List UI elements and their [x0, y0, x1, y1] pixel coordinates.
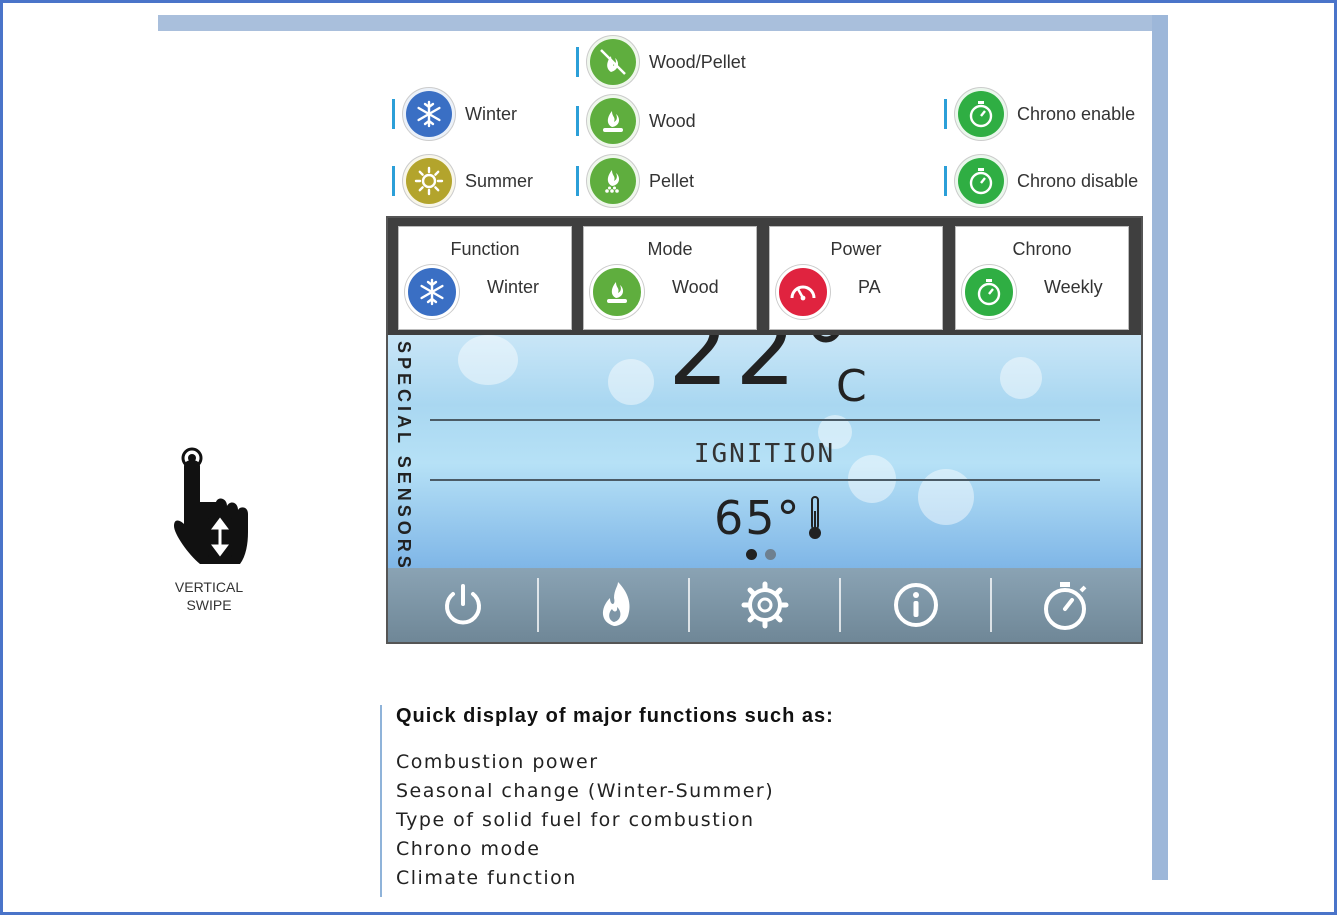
chrono-card[interactable]: Chrono Weekly [955, 226, 1129, 330]
snowflake-icon [405, 265, 459, 319]
legend-item-pellet: Pellet [576, 154, 694, 208]
gauge-icon [776, 265, 830, 319]
power-card[interactable]: Power PA [769, 226, 943, 330]
vertical-swipe-hint: VERTICAL SWIPE [144, 432, 274, 632]
sun-icon [403, 155, 455, 207]
thermometer-icon [806, 495, 824, 546]
list-item: Type of solid fuel for combustion [396, 809, 755, 831]
settings-gear-icon [741, 581, 788, 629]
bottom-toolbar [388, 568, 1141, 642]
info-icon [893, 583, 938, 627]
stopwatch-icon [1043, 582, 1086, 630]
card-title: Function [450, 239, 520, 259]
snowflake-icon [403, 88, 455, 140]
wood-pellet-disabled-icon [587, 36, 639, 88]
stopwatch-icon [962, 265, 1016, 319]
combustion-button[interactable] [539, 578, 690, 632]
legend-label: Wood [649, 110, 696, 131]
legend-label: Summer [465, 170, 534, 191]
legend-item-chrono-enable: Chrono enable [944, 87, 1135, 141]
stove-status: IGNITION [693, 439, 836, 469]
info-button[interactable] [841, 578, 992, 632]
wood-fire-icon [587, 95, 639, 147]
card-title: Power [830, 239, 882, 259]
flame-icon [602, 582, 630, 626]
special-sensors-label: SPECIAL SENSORS [394, 341, 414, 572]
right-accent-bar [1152, 15, 1168, 880]
function-card[interactable]: Function Winter [398, 226, 572, 330]
room-temperature: 22° [668, 335, 857, 407]
legend-label: Chrono disable [1017, 170, 1139, 191]
settings-button[interactable] [690, 578, 841, 632]
power-button[interactable] [388, 578, 539, 632]
list-item: Seasonal change (Winter-Summer) [396, 780, 775, 802]
main-screen[interactable]: 22° C IGNITION 65° [388, 335, 1141, 568]
temperature-unit: C [836, 361, 867, 412]
list-item: Chrono mode [396, 838, 541, 860]
mode-card[interactable]: Mode Wood [583, 226, 757, 330]
card-value: Weekly [1044, 277, 1103, 297]
page-dot[interactable] [765, 549, 776, 560]
chrono-button[interactable] [992, 578, 1141, 632]
card-value: Wood [672, 277, 719, 297]
legend-item-wood: Wood [576, 94, 696, 148]
legend-item-wood-pellet: Wood/Pellet [576, 35, 746, 89]
page-dot-active[interactable] [746, 549, 757, 560]
top-accent-bar [158, 15, 1168, 31]
description-heading: Quick display of major functions such as… [396, 705, 834, 727]
card-title: Mode [647, 239, 693, 259]
card-title: Chrono [1012, 239, 1072, 259]
legend-label: Chrono enable [1017, 103, 1136, 124]
legend-label: Pellet [649, 170, 695, 191]
stove-display-panel: Function Winter Mode Wood Power PA Chron… [386, 216, 1143, 644]
divider [430, 479, 1100, 481]
list-item: Combustion power [396, 751, 599, 773]
power-icon [444, 584, 481, 625]
divider [430, 419, 1100, 421]
stopwatch-icon [955, 88, 1007, 140]
water-temperature: 65° [714, 491, 802, 545]
stopwatch-icon [955, 155, 1007, 207]
wood-fire-icon [590, 265, 644, 319]
card-value: Winter [487, 277, 540, 297]
legend-item-summer: Summer [392, 154, 533, 208]
description-list: Combustion power Seasonal change (Winter… [396, 748, 940, 893]
legend-item-chrono-disable: Chrono disable [944, 154, 1138, 208]
card-value: PA [858, 277, 881, 297]
legend-label: Winter [465, 103, 518, 124]
page-indicator [746, 549, 776, 560]
legend-item-winter: Winter [392, 87, 517, 141]
swipe-hand-icon [174, 447, 248, 564]
swipe-caption: VERTICAL SWIPE [174, 579, 244, 613]
list-item: Climate function [396, 867, 577, 889]
description-block: Quick display of major functions such as… [380, 705, 940, 897]
pellet-fire-icon [587, 155, 639, 207]
legend-label: Wood/Pellet [649, 51, 746, 72]
